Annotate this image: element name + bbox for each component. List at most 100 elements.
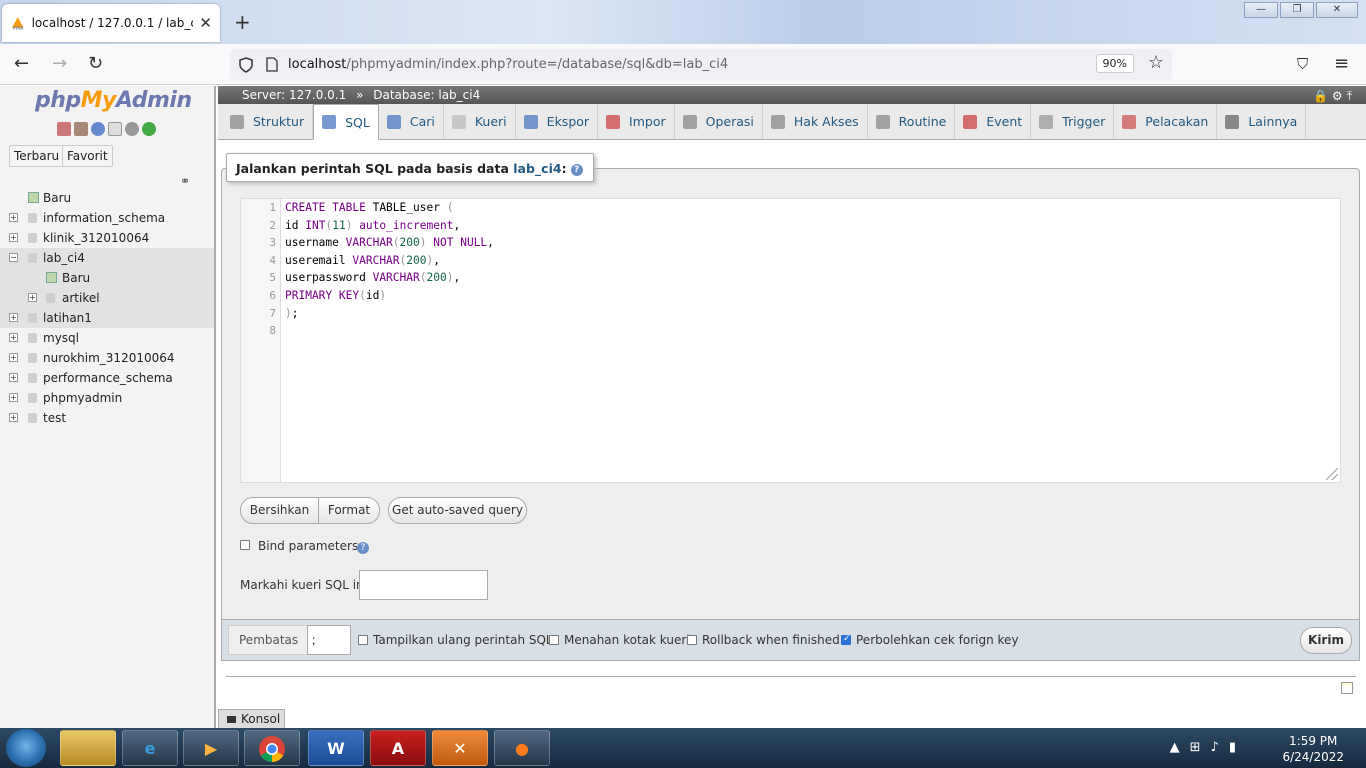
- collapse-icon[interactable]: −: [9, 253, 18, 262]
- phpmyadmin-logo[interactable]: phpMyAdmin: [35, 88, 192, 113]
- tree-item-artikel[interactable]: + artikel: [0, 288, 214, 308]
- recent-button[interactable]: Terbaru: [9, 145, 65, 167]
- menu-icon[interactable]: ≡: [1334, 53, 1349, 74]
- volume-icon[interactable]: ♪: [1211, 740, 1229, 755]
- address-bar[interactable]: localhost/phpmyadmin/index.php?route=/da…: [230, 49, 1172, 80]
- network-icon[interactable]: ⊞: [1190, 740, 1211, 755]
- retain-query-box-label[interactable]: Menahan kotak kueri: [564, 633, 690, 647]
- bind-parameters-label[interactable]: Bind parameters: [258, 539, 358, 553]
- logout-icon[interactable]: [74, 122, 88, 136]
- docs-icon[interactable]: [108, 122, 122, 136]
- breadcrumb-server[interactable]: Server: 127.0.0.1: [242, 88, 346, 102]
- pocket-icon[interactable]: ⛉: [1297, 55, 1308, 73]
- tree-item-new[interactable]: Baru: [0, 268, 214, 288]
- rollback-label[interactable]: Rollback when finished: [702, 633, 840, 647]
- refresh-icon[interactable]: [142, 122, 156, 136]
- tab-impor[interactable]: Impor: [598, 104, 675, 139]
- tree-item-information_schema[interactable]: + information_schema: [0, 208, 214, 228]
- page-info-icon[interactable]: [266, 57, 278, 72]
- chrome-icon[interactable]: [244, 730, 300, 766]
- favorite-button[interactable]: Favorit: [62, 145, 113, 167]
- tree-item-label[interactable]: information_schema: [43, 211, 165, 225]
- tab-lainnya[interactable]: Lainnya: [1217, 104, 1307, 139]
- settings-gear-icon[interactable]: [125, 122, 139, 136]
- format-button[interactable]: Format: [318, 497, 380, 524]
- console-toggle[interactable]: Konsol: [218, 709, 285, 729]
- bind-parameters-checkbox[interactable]: [240, 540, 250, 550]
- tree-item-label[interactable]: Baru: [43, 191, 71, 205]
- rollback-checkbox[interactable]: [687, 635, 697, 645]
- tree-item-label[interactable]: mysql: [43, 331, 79, 345]
- show-query-again-label[interactable]: Tampilkan ulang perintah SQL: [373, 633, 553, 647]
- submit-button[interactable]: Kirim: [1300, 627, 1352, 654]
- notepad-icon[interactable]: [1341, 682, 1353, 694]
- legend-db-link[interactable]: lab_ci4: [513, 161, 561, 176]
- help-icon[interactable]: ?: [570, 163, 583, 176]
- media-player-icon[interactable]: ▶: [183, 730, 239, 766]
- tree-item-label[interactable]: nurokhim_312010064: [43, 351, 175, 365]
- tab-event[interactable]: Event: [955, 104, 1032, 139]
- lock-icon[interactable]: 🔒: [1313, 89, 1332, 103]
- tree-item-label[interactable]: artikel: [62, 291, 100, 305]
- tree-item-performance_schema[interactable]: + performance_schema: [0, 368, 214, 388]
- tree-item-phpmyadmin[interactable]: + phpmyadmin: [0, 388, 214, 408]
- tree-item-label[interactable]: test: [43, 411, 66, 425]
- resize-handle[interactable]: [1326, 468, 1338, 480]
- back-icon[interactable]: ←: [14, 53, 29, 74]
- expand-icon[interactable]: +: [9, 393, 18, 402]
- tree-item-test[interactable]: + test: [0, 408, 214, 428]
- minimize-icon[interactable]: —: [1244, 2, 1278, 18]
- window-close-icon[interactable]: ✕: [1316, 2, 1358, 18]
- expand-icon[interactable]: +: [28, 293, 37, 302]
- show-hidden-icons-icon[interactable]: ▲: [1170, 740, 1190, 755]
- tab-trigger[interactable]: Trigger: [1031, 104, 1115, 139]
- expand-icon[interactable]: +: [9, 353, 18, 362]
- expand-icon[interactable]: +: [9, 233, 18, 242]
- expand-icon[interactable]: +: [9, 373, 18, 382]
- help-icon[interactable]: [91, 122, 105, 136]
- gear-icon[interactable]: ⚙: [1332, 89, 1347, 103]
- tab-operasi[interactable]: Operasi: [675, 104, 763, 139]
- clear-button[interactable]: Bersihkan: [240, 497, 319, 524]
- tree-item-label[interactable]: phpmyadmin: [43, 391, 122, 405]
- home-icon[interactable]: [57, 122, 71, 136]
- internet-explorer-icon[interactable]: e: [122, 730, 178, 766]
- foreign-key-checks-checkbox[interactable]: [841, 634, 851, 645]
- tree-item-lab_ci4[interactable]: − lab_ci4: [0, 248, 214, 268]
- firefox-icon[interactable]: ●: [494, 730, 550, 766]
- sql-code[interactable]: CREATE TABLE TABLE_user ( id INT(11) aut…: [285, 199, 494, 340]
- tree-item-label[interactable]: latihan1: [43, 311, 92, 325]
- link-chain-icon[interactable]: ⚭: [180, 174, 190, 188]
- tab-struktur[interactable]: Struktur: [222, 104, 314, 139]
- retain-query-box-checkbox[interactable]: [549, 635, 559, 645]
- acrobat-icon[interactable]: A: [370, 730, 426, 766]
- forward-icon[interactable]: →: [52, 53, 67, 74]
- breadcrumb-database[interactable]: Database: lab_ci4: [373, 88, 480, 102]
- new-tab-icon[interactable]: +: [234, 10, 251, 34]
- tree-item-label[interactable]: klinik_312010064: [43, 231, 149, 245]
- start-button-icon[interactable]: [6, 729, 46, 767]
- tree-item-nurokhim_312010064[interactable]: + nurokhim_312010064: [0, 348, 214, 368]
- clock[interactable]: 1:59 PM 6/24/2022: [1282, 733, 1344, 765]
- zoom-level[interactable]: 90%: [1095, 54, 1134, 73]
- browser-tab[interactable]: PMA localhost / 127.0.0.1 / lab_ci4 | p …: [2, 4, 220, 42]
- tree-item-label[interactable]: lab_ci4: [43, 251, 85, 265]
- tab-cari[interactable]: Cari: [379, 104, 444, 139]
- bookmark-input[interactable]: [359, 570, 488, 600]
- expand-icon[interactable]: +: [9, 213, 18, 222]
- tree-item-mysql[interactable]: + mysql: [0, 328, 214, 348]
- url-text[interactable]: localhost/phpmyadmin/index.php?route=/da…: [288, 57, 728, 72]
- foreign-key-checks-label[interactable]: Perbolehkan cek forign key: [856, 633, 1019, 647]
- word-icon[interactable]: W: [308, 730, 364, 766]
- tab-sql[interactable]: SQL: [313, 104, 379, 140]
- delimiter-input[interactable]: [307, 625, 351, 655]
- reload-icon[interactable]: ↻: [88, 53, 103, 74]
- bookmark-star-icon[interactable]: ☆: [1148, 52, 1164, 73]
- tab-ekspor[interactable]: Ekspor: [516, 104, 599, 139]
- tree-item-new[interactable]: Baru: [0, 188, 214, 208]
- expand-icon[interactable]: +: [9, 313, 18, 322]
- tab-kueri[interactable]: Kueri: [444, 104, 516, 139]
- maximize-icon[interactable]: ❐: [1280, 2, 1314, 18]
- tab-pelacakan[interactable]: Pelacakan: [1114, 104, 1218, 139]
- explorer-icon[interactable]: [60, 730, 116, 766]
